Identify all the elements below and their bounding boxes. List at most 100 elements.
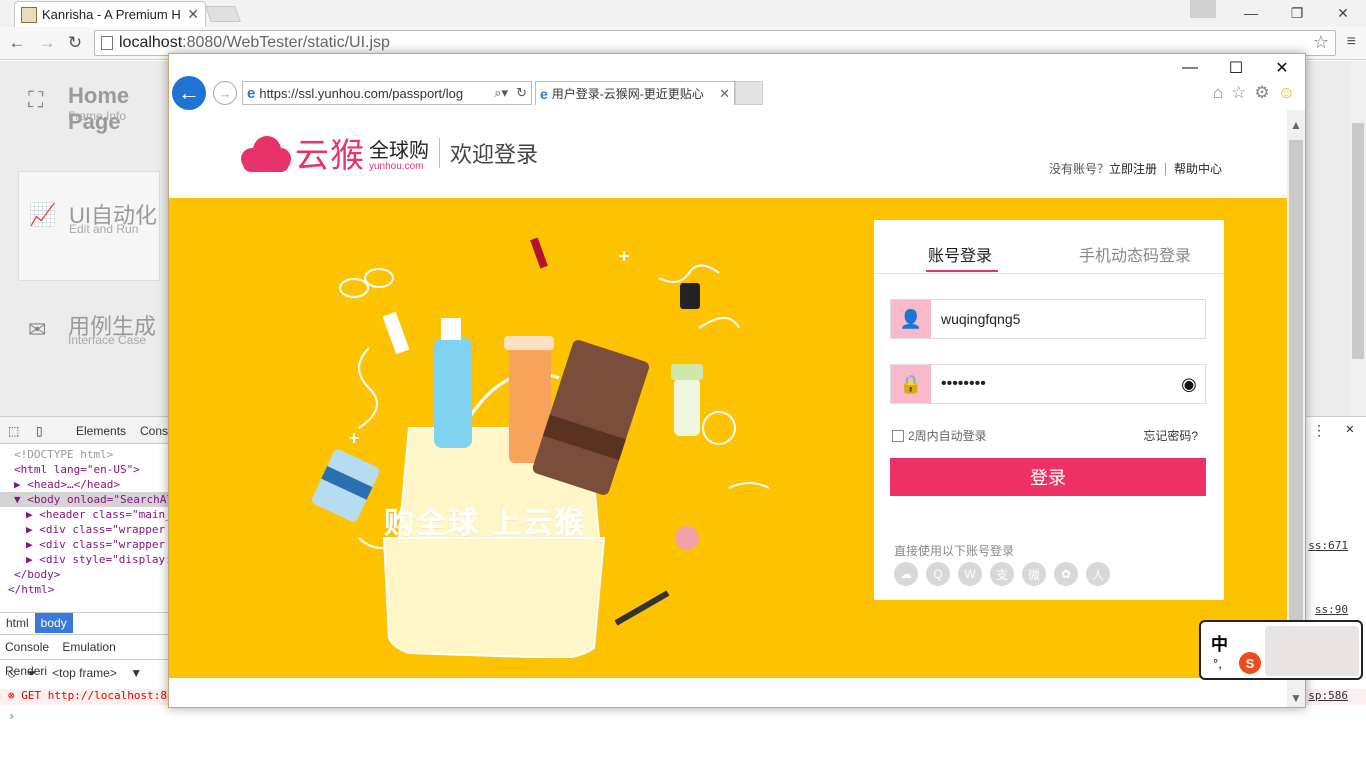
dom-node[interactable]: ▶ <div style="display: (0, 552, 170, 567)
help-link[interactable]: 帮助中心 (1174, 160, 1222, 177)
search-icon[interactable]: ⌕▾ (490, 85, 512, 101)
browser-tab-title: Kanrisha - A Premium H (42, 7, 181, 22)
dom-tree: <!DOCTYPE html> <html lang="en-US"> ▶ <h… (0, 447, 170, 597)
sidebar-item-ui-automation[interactable]: 📈 UI自动化 Edit and Run (18, 171, 160, 281)
chrome-menu-icon[interactable]: ≡ (1347, 33, 1356, 51)
ie-address-url: https://ssl.yunhou.com/passport/log (259, 85, 464, 101)
forgot-password-link[interactable]: 忘记密码? (1143, 427, 1198, 444)
password-field[interactable]: 🔒 •••••••• ◉ (890, 364, 1206, 404)
scroll-thumb[interactable] (1289, 140, 1303, 680)
tab-phone-login[interactable]: 手机动态码登录 (1079, 242, 1191, 266)
alipay-icon[interactable]: 支 (990, 562, 1014, 586)
close-tab-icon[interactable]: ✕ (187, 6, 199, 23)
minimize-icon[interactable]: — (1167, 54, 1213, 82)
brand-sub: 全球购 yunhou.com (369, 134, 429, 172)
dom-node[interactable]: ▶ <div class="wrapper (0, 522, 170, 537)
gear-icon[interactable]: ⚙ (1254, 83, 1269, 103)
scroll-thumb[interactable] (1352, 123, 1364, 359)
show-password-eye-icon[interactable]: ◉ (1173, 374, 1205, 395)
error-text[interactable]: GET http://localhost:8 (21, 689, 167, 702)
browser-tab[interactable]: Kanrisha - A Premium H ✕ (14, 1, 206, 27)
renren-icon[interactable]: 人 (1086, 562, 1110, 586)
tab-console-drawer[interactable]: Console (0, 635, 54, 659)
console-prompt[interactable]: › (8, 709, 15, 723)
login-panel: 账号登录 手机动态码登录 👤 wuqingfqng5 🔒 •••••••• ◉ … (874, 220, 1224, 600)
dom-node[interactable]: ▶ <head>…</head> (0, 477, 170, 492)
page-scrollbar[interactable] (1350, 61, 1366, 416)
social-icon[interactable]: ☁ (894, 562, 918, 586)
ie-scrollbar[interactable]: ▲ ▼ (1287, 110, 1305, 707)
dom-node[interactable]: ▶ <div class="wrapper (0, 537, 170, 552)
frame-select[interactable]: <top frame> (52, 666, 117, 680)
devtools-right-pane: ⋮ ✕ ss:671 ss:90 (1304, 417, 1366, 617)
dom-node[interactable]: ▶ <header class="main_ (0, 507, 170, 522)
frame-selector[interactable]: ⦸ ⏷ <top frame> ▼ (0, 662, 170, 684)
tab-elements[interactable]: Elements (76, 424, 126, 438)
dom-node[interactable]: </html> (0, 582, 170, 597)
wechat-icon[interactable]: W (958, 562, 982, 586)
close-tab-icon[interactable]: ✕ (719, 86, 734, 102)
username-field[interactable]: 👤 wuqingfqng5 (890, 299, 1206, 339)
ie-popup-window: — ☐ ✕ ← → e https://ssl.yunhou.com/passp… (168, 53, 1306, 708)
feedback-smiley-icon[interactable]: ☺ (1278, 83, 1295, 103)
close-window-icon[interactable]: ✕ (1320, 0, 1366, 26)
close-devtools-icon[interactable]: ✕ (1346, 421, 1354, 437)
crumb-body[interactable]: body (34, 613, 73, 633)
baidu-icon[interactable]: ✿ (1054, 562, 1078, 586)
presentation-icon: ⛶ (28, 87, 44, 112)
forward-icon[interactable]: → (36, 32, 58, 54)
tab-account-login[interactable]: 账号登录 (925, 242, 999, 272)
home-icon[interactable]: ⌂ (1213, 83, 1223, 103)
refresh-icon[interactable]: ↻ (512, 85, 531, 101)
sidebar-item-case-gen[interactable]: ✉ 用例生成 Interface Case (18, 287, 160, 397)
tab-console[interactable]: Cons (140, 424, 168, 438)
weibo-icon[interactable]: 微 (1022, 562, 1046, 586)
ie-address-bar[interactable]: e https://ssl.yunhou.com/passport/log ⌕▾… (242, 81, 532, 105)
dom-node-selected[interactable]: ▼ <body onload="SearchAl (0, 492, 170, 507)
back-icon[interactable]: ← (6, 32, 28, 54)
ie-forward-icon[interactable]: → (213, 81, 237, 105)
user-profile-icon[interactable] (1190, 0, 1216, 18)
ime-status-bar[interactable]: 中 °, S (1199, 620, 1363, 680)
remember-checkbox[interactable] (892, 429, 904, 442)
maximize-icon[interactable]: ☐ (1213, 54, 1259, 82)
source-link[interactable]: ss:671 (1308, 539, 1348, 552)
clear-icon[interactable]: ⦸ (8, 666, 16, 680)
breadcrumb: html body (0, 612, 170, 633)
dom-node[interactable]: <!DOCTYPE html> (0, 447, 170, 462)
qq-icon[interactable]: Q (926, 562, 950, 586)
ie-new-tab-button[interactable] (735, 81, 763, 105)
register-link[interactable]: 立即注册 (1109, 160, 1157, 177)
favorites-star-icon[interactable]: ☆ (1231, 83, 1246, 103)
login-button[interactable]: 登录 (890, 458, 1206, 496)
ie-toolbar-icons: ⌂ ☆ ⚙ ☺ (1213, 83, 1295, 103)
ie-tab[interactable]: e 用户登录-云猴网-更近更贴心 ✕ (535, 81, 735, 105)
devtools-tabs: ⬚ ▯ Elements Cons (0, 417, 170, 444)
scroll-down-icon[interactable]: ▼ (1290, 691, 1302, 705)
ie-back-icon[interactable]: ← (172, 76, 206, 110)
crumb-html[interactable]: html (0, 613, 35, 633)
more-icon[interactable]: ⋮ (1312, 423, 1326, 439)
filter-icon[interactable]: ⏷ (27, 666, 37, 680)
inspect-icon[interactable]: ⬚ (8, 424, 19, 438)
cloud-logo-icon (235, 132, 291, 174)
ime-punct[interactable]: °, (1213, 656, 1222, 671)
ime-mode[interactable]: 中 (1211, 630, 1228, 655)
source-link[interactable]: ss:90 (1315, 603, 1348, 616)
tab-emulation[interactable]: Emulation (57, 635, 120, 659)
bookmark-star-icon[interactable]: ☆ (1313, 32, 1329, 53)
sidebar-item-home[interactable]: ⛶ Home Page Frame Info (18, 61, 160, 171)
products-illustration (311, 238, 770, 658)
new-tab-button[interactable] (205, 6, 241, 22)
source-link[interactable]: sp:586 (1308, 689, 1348, 702)
minimize-icon[interactable]: — (1228, 0, 1274, 26)
remember-me[interactable]: 2周内自动登录 (892, 427, 987, 444)
reload-icon[interactable]: ↻ (64, 32, 86, 54)
dom-node[interactable]: <html lang="en-US"> (0, 462, 170, 477)
close-window-icon[interactable]: ✕ (1259, 54, 1305, 82)
restore-icon[interactable]: ❐ (1274, 0, 1320, 26)
scroll-up-icon[interactable]: ▲ (1290, 118, 1302, 132)
dom-node[interactable]: </body> (0, 567, 170, 582)
device-icon[interactable]: ▯ (36, 424, 43, 438)
site-logo[interactable]: 云猴 全球购 yunhou.com 欢迎登录 (235, 128, 538, 177)
